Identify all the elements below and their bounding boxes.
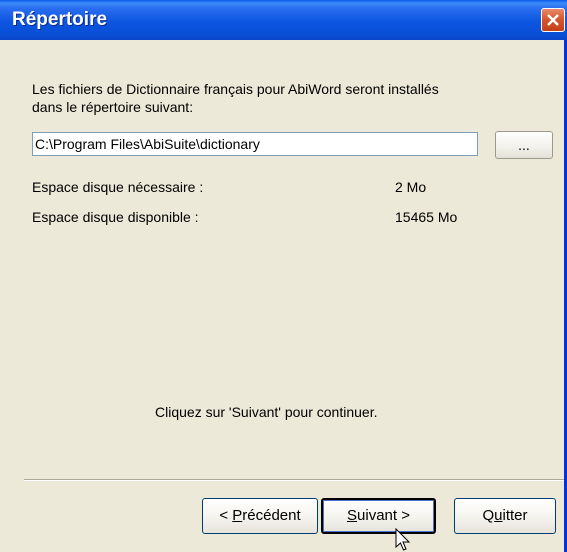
back-button-rest: récédent bbox=[242, 507, 301, 524]
quit-button-rest: itter bbox=[502, 507, 528, 524]
intro-text-line-2: dans le répertoire suivant: bbox=[32, 99, 194, 115]
space-required-label: Espace disque nécessaire : bbox=[32, 179, 204, 195]
space-available-label: Espace disque disponible : bbox=[32, 209, 199, 225]
quit-button-accel: u bbox=[494, 507, 503, 524]
back-button[interactable]: < Précédent bbox=[202, 498, 318, 534]
next-button-rest: uivant > bbox=[357, 507, 410, 524]
continue-hint: Cliquez sur 'Suivant' pour continuer. bbox=[155, 404, 378, 420]
mouse-cursor-icon bbox=[395, 528, 411, 551]
back-button-prefix: < bbox=[219, 507, 233, 524]
space-required-value: 2 Mo bbox=[395, 179, 427, 195]
intro-text-line-1: Les fichiers de Dictionnaire français po… bbox=[32, 81, 439, 97]
quit-button-prefix: Q bbox=[482, 507, 495, 524]
setup-dialog: Répertoire Les fichiers de Dictionnaire … bbox=[0, 0, 567, 552]
footer-separator bbox=[24, 479, 564, 481]
close-button[interactable] bbox=[541, 8, 565, 32]
close-icon bbox=[547, 14, 559, 26]
browse-button[interactable]: ... bbox=[495, 131, 553, 159]
space-available-value: 15465 Mo bbox=[395, 209, 458, 225]
install-path-input[interactable]: C:\Program Files\AbiSuite\dictionary bbox=[32, 132, 478, 156]
back-button-accel: P bbox=[232, 507, 243, 524]
next-button-accel: S bbox=[347, 507, 358, 524]
title-bar[interactable]: Répertoire bbox=[0, 0, 567, 40]
quit-button[interactable]: Quitter bbox=[454, 498, 556, 534]
next-button[interactable]: Suivant > bbox=[321, 498, 436, 534]
window-title: Répertoire bbox=[12, 9, 108, 30]
